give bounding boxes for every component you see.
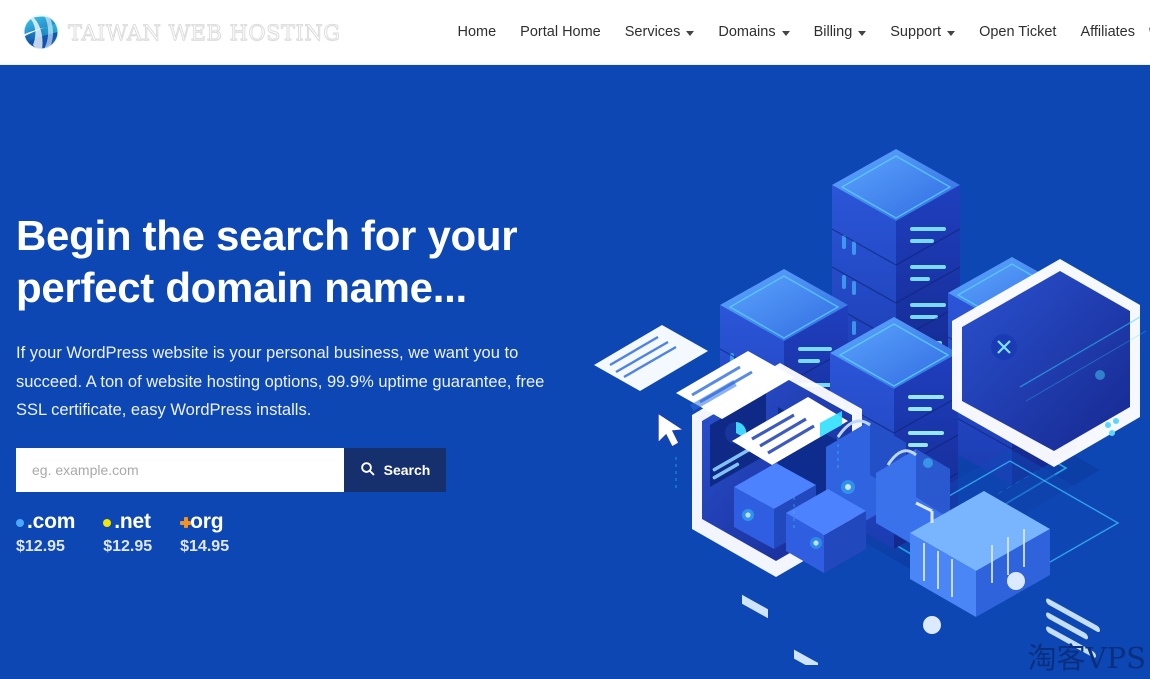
tld-price: $12.95	[16, 537, 65, 555]
nav-item-affiliates[interactable]: Affiliates	[1068, 18, 1147, 46]
brand-logo-link[interactable]: TAIWAN WEB HOSTING	[18, 9, 340, 55]
page-title: Begin the search for your perfect domain…	[16, 212, 518, 311]
tld-label: .com	[27, 510, 76, 534]
domain-search-button[interactable]: Search	[344, 448, 446, 493]
watermark: 淘客VPS	[1027, 641, 1146, 675]
tld-price: $14.95	[180, 537, 230, 555]
nav-label: Portal Home	[520, 24, 601, 40]
main-navigation: Home Portal Home Services Domains Billin…	[445, 18, 1147, 46]
nav-item-billing[interactable]: Billing	[802, 18, 879, 46]
nav-label: Home	[457, 24, 497, 40]
nav-label: Domains	[718, 24, 776, 40]
tld-price: $12.95	[103, 537, 153, 555]
site-header: TAIWAN WEB HOSTING Home Portal Home Serv…	[0, 0, 1150, 65]
tld-dot-icon	[16, 518, 24, 527]
isometric-server-illustration	[580, 125, 1150, 672]
hero-section: Begin the search for your perfect domain…	[0, 65, 1150, 679]
nav-item-support[interactable]: Support	[878, 18, 967, 46]
nav-item-portal-home[interactable]: Portal Home	[508, 18, 613, 46]
nav-item-services[interactable]: Services	[613, 18, 707, 46]
tld-dot-icon	[103, 518, 112, 527]
tld-label: org	[190, 510, 224, 534]
chevron-down-icon	[858, 30, 867, 36]
tld-item-org[interactable]: org $14.95	[180, 510, 229, 556]
tld-plus-icon	[180, 517, 192, 528]
domain-search-form: Search	[16, 448, 446, 493]
hero-subtitle: If your WordPress website is your person…	[16, 344, 545, 420]
search-icon	[360, 461, 375, 479]
brand-name: TAIWAN WEB HOSTING	[68, 20, 341, 45]
nav-label: Support	[890, 24, 942, 40]
nav-label: Services	[624, 24, 681, 40]
nav-item-home[interactable]: Home	[445, 18, 508, 46]
tld-label: .net	[114, 510, 151, 534]
search-button-label: Search	[383, 462, 431, 479]
tld-item-net[interactable]: .net $12.95	[103, 510, 152, 556]
globe-swirl-logo-icon	[18, 9, 64, 55]
nav-label: Open Ticket	[979, 24, 1057, 40]
nav-label: Billing	[813, 24, 853, 40]
chevron-down-icon	[686, 30, 695, 36]
domain-search-input[interactable]	[16, 448, 344, 493]
chevron-down-icon	[781, 30, 790, 36]
nav-item-open-ticket[interactable]: Open Ticket	[967, 18, 1068, 46]
nav-item-domains[interactable]: Domains	[706, 18, 801, 46]
chevron-down-icon	[947, 30, 956, 36]
tld-price-list: .com $12.95 .net $12.95 org $14.95	[16, 510, 616, 556]
tld-item-com[interactable]: .com $12.95	[16, 510, 75, 556]
nav-label: Affiliates	[1080, 24, 1135, 40]
hero-content: Begin the search for your perfect domain…	[16, 210, 616, 556]
